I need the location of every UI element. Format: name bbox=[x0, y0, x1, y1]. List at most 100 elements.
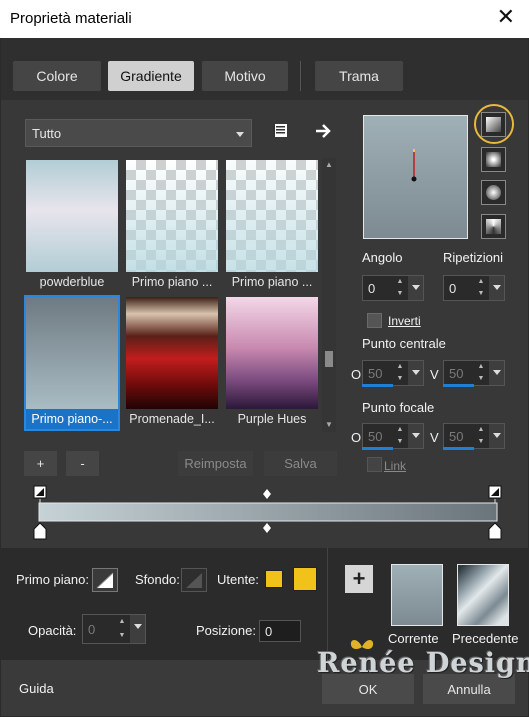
save-button[interactable]: Salva bbox=[264, 451, 337, 476]
previous-label: Precedente bbox=[452, 631, 519, 646]
center-v-stepper[interactable]: 50 ▲ ▼ bbox=[443, 360, 505, 386]
gradient-label: Primo piano-... bbox=[31, 412, 113, 426]
gradient-item[interactable]: Primo piano ... bbox=[124, 158, 220, 294]
repeat-label: Ripetizioni bbox=[443, 250, 503, 265]
center-o-label: O bbox=[351, 367, 362, 382]
focal-v-stepper[interactable]: 50 ▲ ▼ bbox=[443, 423, 505, 449]
focal-o-label: O bbox=[351, 430, 362, 445]
position-label: Posizione: bbox=[196, 623, 256, 638]
gradient-style-preview[interactable] bbox=[363, 115, 468, 239]
stepper-arrows-icon[interactable]: ▲ ▼ bbox=[474, 424, 488, 448]
panel-divider bbox=[327, 548, 328, 660]
current-preview bbox=[391, 564, 443, 626]
focal-v-label: V bbox=[430, 430, 439, 445]
tab-trama[interactable]: Trama bbox=[315, 61, 403, 91]
category-value: Tutto bbox=[32, 126, 62, 141]
background-swatch[interactable] bbox=[181, 568, 207, 592]
linear-style-button[interactable] bbox=[481, 112, 506, 137]
linear-gradient-icon bbox=[486, 117, 501, 132]
gradient-item[interactable]: Promenade_I... bbox=[124, 295, 220, 431]
gradient-thumbnail bbox=[26, 297, 118, 409]
add-to-swatches-button[interactable]: + bbox=[345, 565, 373, 593]
focal-v-value: 50 bbox=[449, 429, 464, 444]
ok-button[interactable]: OK bbox=[322, 674, 414, 704]
gradient-item[interactable]: Purple Hues bbox=[224, 295, 320, 431]
cancel-button[interactable]: Annulla bbox=[423, 674, 515, 704]
stop-settings-panel bbox=[1, 548, 528, 672]
focal-v-slider[interactable] bbox=[443, 447, 474, 450]
stepper-dropdown[interactable] bbox=[489, 276, 504, 300]
center-v-value: 50 bbox=[449, 366, 464, 381]
user-color-small-swatch[interactable] bbox=[265, 570, 283, 588]
angle-stepper[interactable]: 0 ▲ ▼ bbox=[362, 275, 424, 301]
arrow-right-icon[interactable] bbox=[312, 120, 334, 142]
invert-checkbox[interactable] bbox=[367, 313, 382, 328]
stepper-dropdown[interactable] bbox=[489, 424, 504, 448]
stepper-arrows-icon[interactable]: ▲ ▼ bbox=[115, 615, 129, 643]
angle-value: 0 bbox=[368, 281, 376, 296]
stepper-dropdown[interactable] bbox=[408, 276, 423, 300]
link-checkbox[interactable] bbox=[367, 457, 382, 472]
stepper-dropdown[interactable] bbox=[408, 424, 423, 448]
user-color-swatch[interactable] bbox=[293, 567, 317, 591]
scroll-down-icon[interactable]: ▼ bbox=[325, 420, 333, 429]
gradient-item[interactable]: Primo piano ... bbox=[224, 158, 320, 294]
stepper-dropdown[interactable] bbox=[130, 615, 145, 643]
tab-motivo[interactable]: Motivo bbox=[202, 61, 288, 91]
opacity-stepper[interactable]: 0 ▲ ▼ bbox=[82, 614, 146, 644]
focal-o-slider[interactable] bbox=[362, 447, 393, 450]
rect-gradient-icon bbox=[486, 152, 501, 167]
gradient-item[interactable]: powderblue bbox=[24, 158, 120, 294]
stepper-arrows-icon[interactable]: ▲ ▼ bbox=[393, 361, 407, 385]
link-label: Link bbox=[384, 459, 407, 473]
previous-preview[interactable] bbox=[457, 564, 509, 626]
gradient-label: Promenade_I... bbox=[129, 412, 215, 426]
library-menu-icon[interactable] bbox=[270, 122, 292, 140]
repeat-value: 0 bbox=[449, 281, 457, 296]
gradient-editor[interactable] bbox=[33, 485, 503, 540]
center-o-value: 50 bbox=[368, 366, 383, 381]
focal-o-value: 50 bbox=[368, 429, 383, 444]
stepper-dropdown[interactable] bbox=[489, 361, 504, 385]
gradient-thumbnail bbox=[126, 160, 218, 272]
library-scrollbar[interactable]: ▲ ▼ bbox=[322, 158, 336, 432]
gradient-thumbnail bbox=[226, 160, 318, 272]
center-v-slider[interactable] bbox=[443, 384, 474, 387]
position-input[interactable]: 0 bbox=[259, 620, 301, 642]
center-o-slider[interactable] bbox=[362, 384, 393, 387]
center-o-stepper[interactable]: 50 ▲ ▼ bbox=[362, 360, 424, 386]
window-title: Proprietà materiali bbox=[10, 10, 132, 27]
stepper-arrows-icon[interactable]: ▲ ▼ bbox=[474, 276, 488, 300]
stepper-dropdown[interactable] bbox=[408, 361, 423, 385]
category-dropdown[interactable]: Tutto bbox=[25, 119, 252, 147]
radial-style-button[interactable] bbox=[481, 180, 506, 205]
gradient-thumbnail bbox=[26, 160, 118, 272]
repeat-stepper[interactable]: 0 ▲ ▼ bbox=[443, 275, 505, 301]
scroll-thumb[interactable] bbox=[325, 351, 333, 367]
gradient-label: powderblue bbox=[39, 275, 105, 289]
sunburst-gradient-icon bbox=[486, 219, 501, 234]
close-icon[interactable]: ✕ bbox=[497, 4, 515, 30]
stepper-arrows-icon[interactable]: ▲ ▼ bbox=[474, 361, 488, 385]
reset-button[interactable]: Reimposta bbox=[178, 451, 253, 476]
help-link[interactable]: Guida bbox=[19, 681, 54, 696]
scroll-up-icon[interactable]: ▲ bbox=[325, 160, 333, 169]
stepper-arrows-icon[interactable]: ▲ ▼ bbox=[393, 276, 407, 300]
stepper-arrows-icon[interactable]: ▲ ▼ bbox=[393, 424, 407, 448]
focal-point-label: Punto focale bbox=[362, 400, 435, 415]
angle-handle-icon[interactable] bbox=[364, 116, 467, 238]
add-gradient-button[interactable]: + bbox=[24, 451, 57, 476]
tab-gradiente[interactable]: Gradiente bbox=[108, 61, 194, 91]
focal-o-stepper[interactable]: 50 ▲ ▼ bbox=[362, 423, 424, 449]
remove-gradient-button[interactable]: - bbox=[66, 451, 99, 476]
position-value: 0 bbox=[265, 624, 273, 639]
gradient-library: powderblue Primo piano ... Primo piano .… bbox=[24, 158, 322, 432]
rect-style-button[interactable] bbox=[481, 147, 506, 172]
gradient-item-selected[interactable]: Primo piano-... bbox=[24, 295, 120, 431]
sunburst-style-button[interactable] bbox=[481, 214, 506, 239]
foreground-swatch[interactable] bbox=[92, 568, 118, 592]
tab-colore[interactable]: Colore bbox=[13, 61, 101, 91]
invert-label: Inverti bbox=[388, 314, 421, 328]
center-point-label: Punto centrale bbox=[362, 336, 446, 351]
center-v-label: V bbox=[430, 367, 439, 382]
